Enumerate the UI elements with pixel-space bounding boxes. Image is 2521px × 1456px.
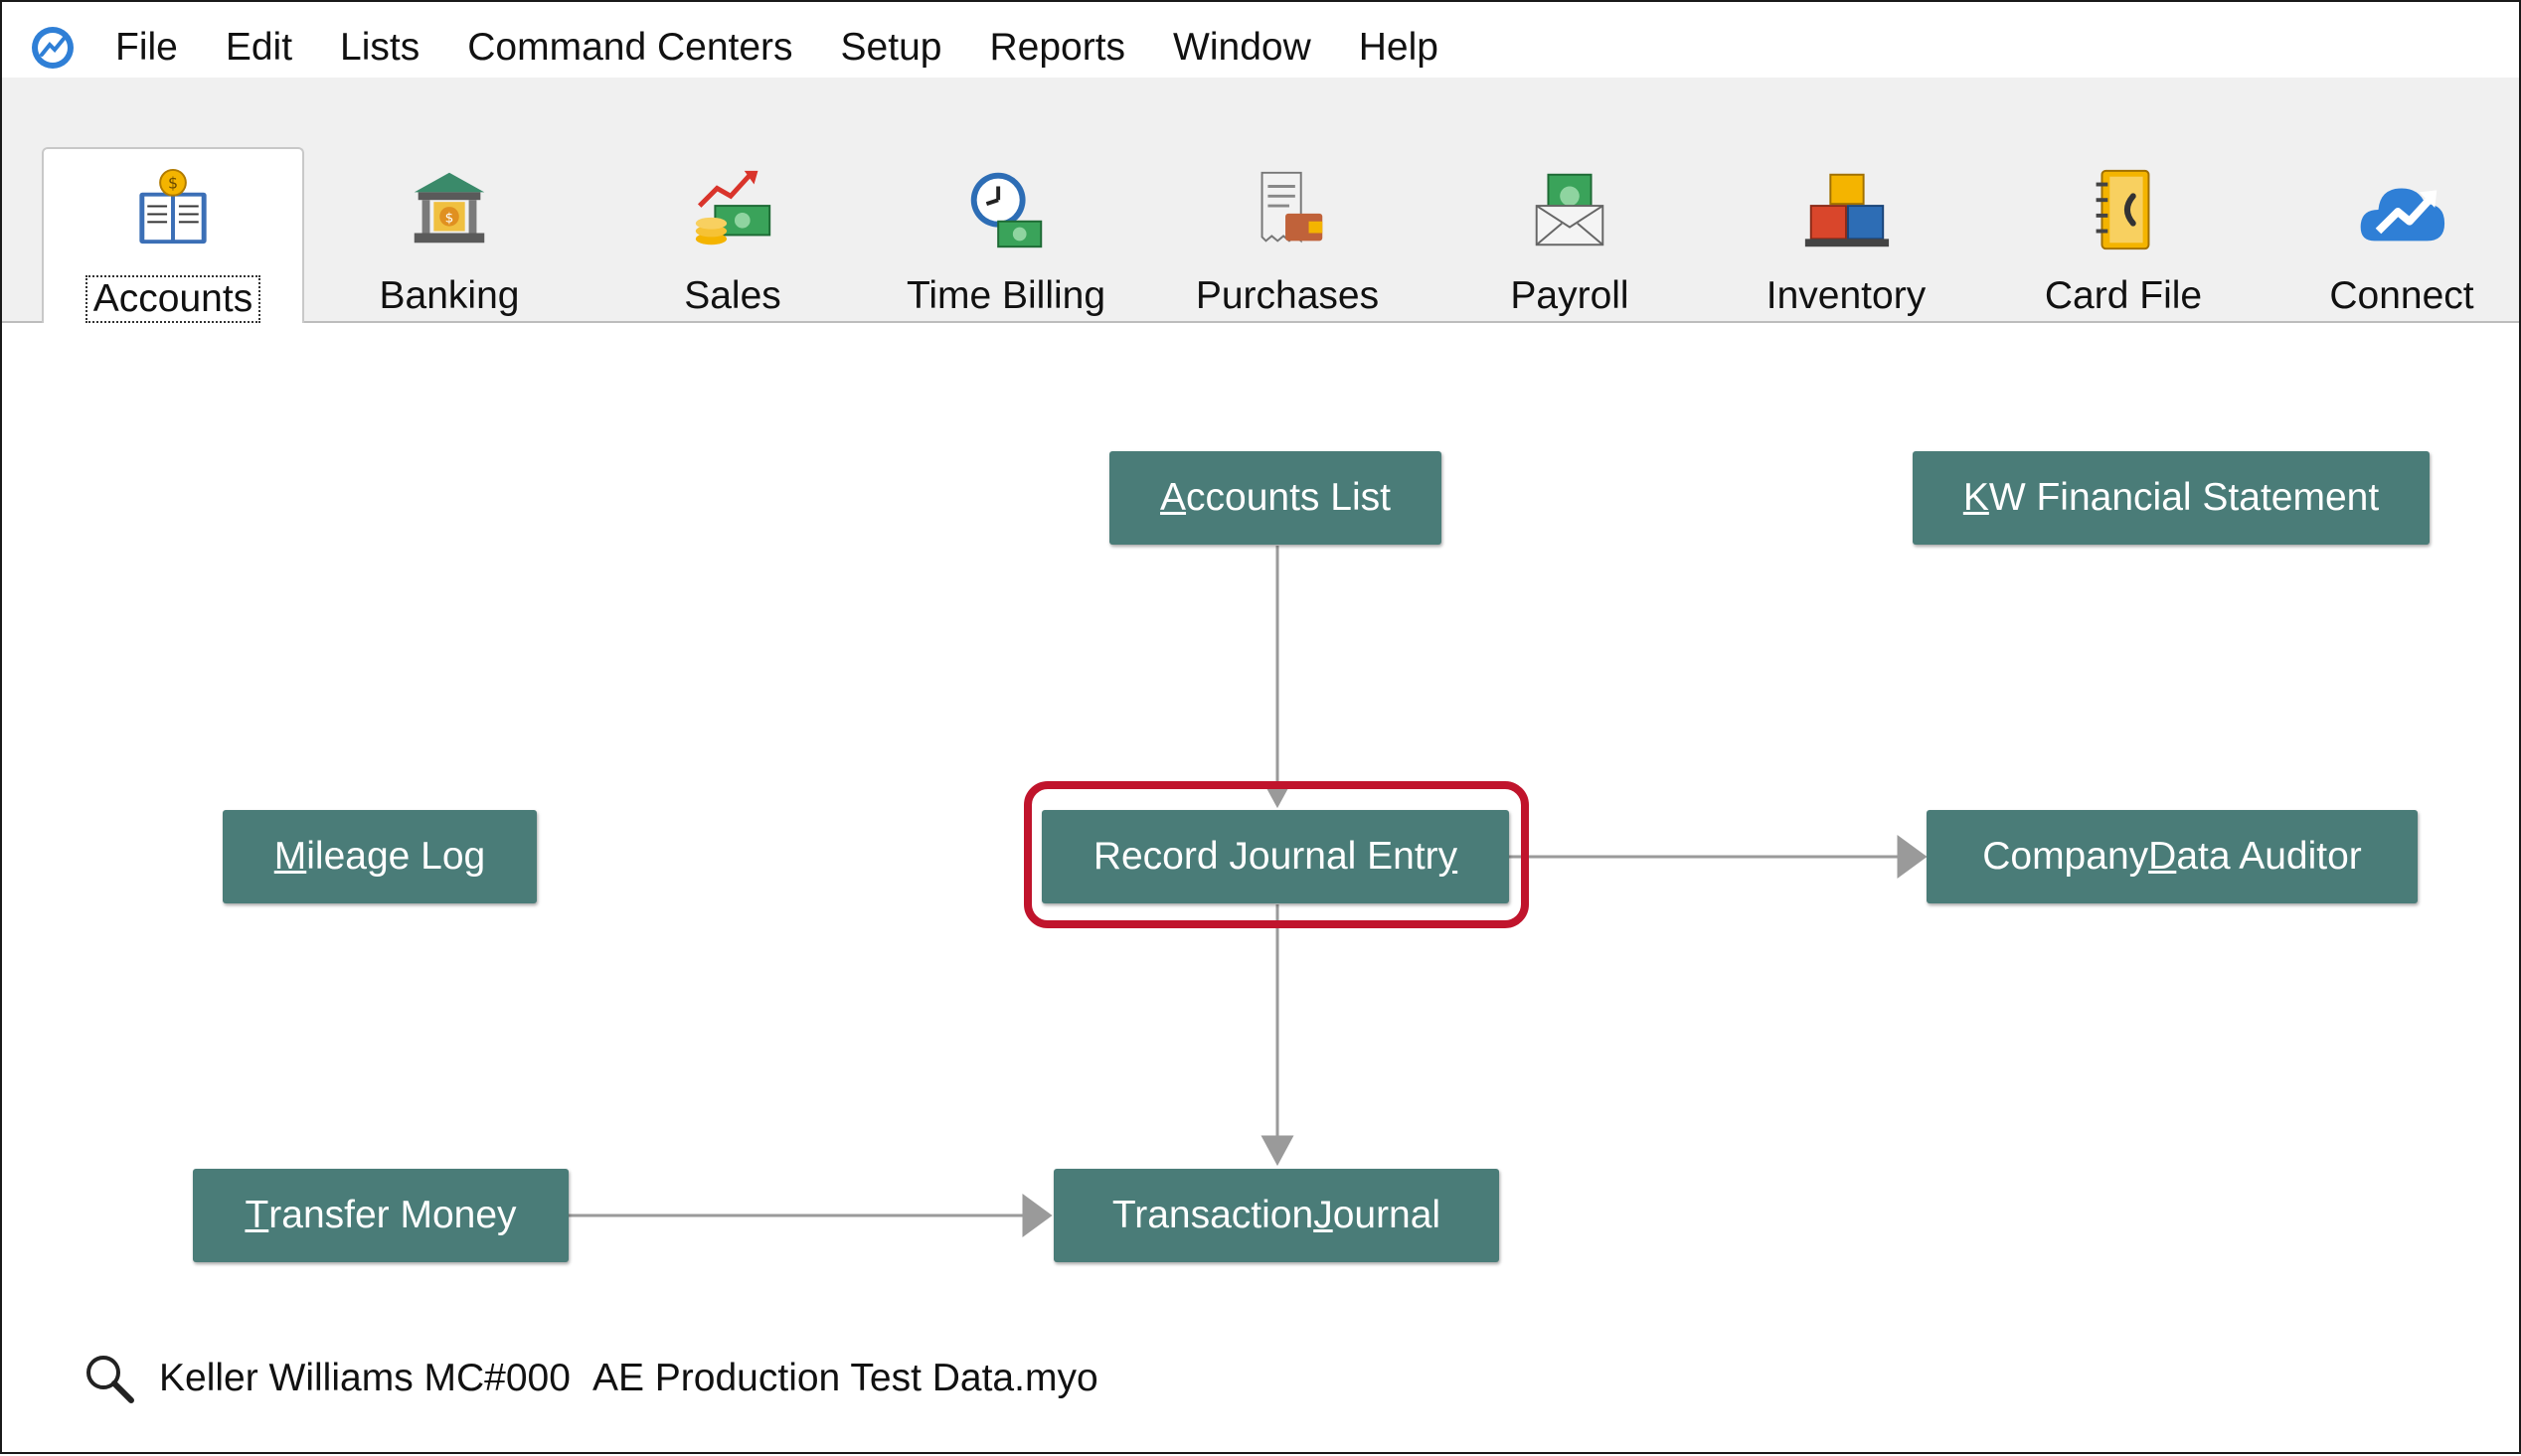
kw-financial-statement-button[interactable]: KW Financial Statement xyxy=(1913,451,2430,545)
btn-text: ccounts List xyxy=(1186,476,1391,519)
arrow-head xyxy=(1260,1135,1294,1167)
btn-text: ileage Log xyxy=(306,835,486,878)
btn-accel: D xyxy=(2148,835,2177,878)
transfer-money-button[interactable]: Transfer Money xyxy=(193,1169,569,1262)
search-icon[interactable] xyxy=(82,1351,137,1406)
arrow-head xyxy=(1022,1194,1053,1237)
btn-text: Company xyxy=(1982,835,2149,878)
company-name: Keller Williams MC#000 xyxy=(159,1357,571,1399)
btn-text: ournal xyxy=(1332,1194,1441,1236)
status-bar: Keller Williams MC#000 AE Production Tes… xyxy=(82,1349,1098,1408)
accounts-list-button[interactable]: Accounts List xyxy=(1109,451,1441,545)
company-data-auditor-button[interactable]: Company Data Auditor xyxy=(1927,810,2418,903)
btn-text: ransfer Money xyxy=(268,1194,517,1236)
btn-accel: J xyxy=(1313,1194,1333,1236)
highlight-annotation xyxy=(1024,781,1529,928)
btn-text: Transaction xyxy=(1111,1194,1314,1236)
btn-accel: A xyxy=(1160,476,1187,519)
btn-accel: K xyxy=(1962,476,1989,519)
btn-text: ata Auditor xyxy=(2176,835,2362,878)
btn-accel: T xyxy=(245,1194,269,1236)
application-window: File Edit Lists Command Centers Setup Re… xyxy=(0,0,2521,1454)
arrow-head xyxy=(1897,835,1928,879)
transaction-journal-button[interactable]: Transaction Journal xyxy=(1054,1169,1499,1262)
mileage-log-button[interactable]: Mileage Log xyxy=(223,810,537,903)
btn-accel: M xyxy=(273,835,307,878)
data-file-name: AE Production Test Data.myo xyxy=(591,1357,1098,1399)
btn-text: W Financial Statement xyxy=(1988,476,2380,519)
